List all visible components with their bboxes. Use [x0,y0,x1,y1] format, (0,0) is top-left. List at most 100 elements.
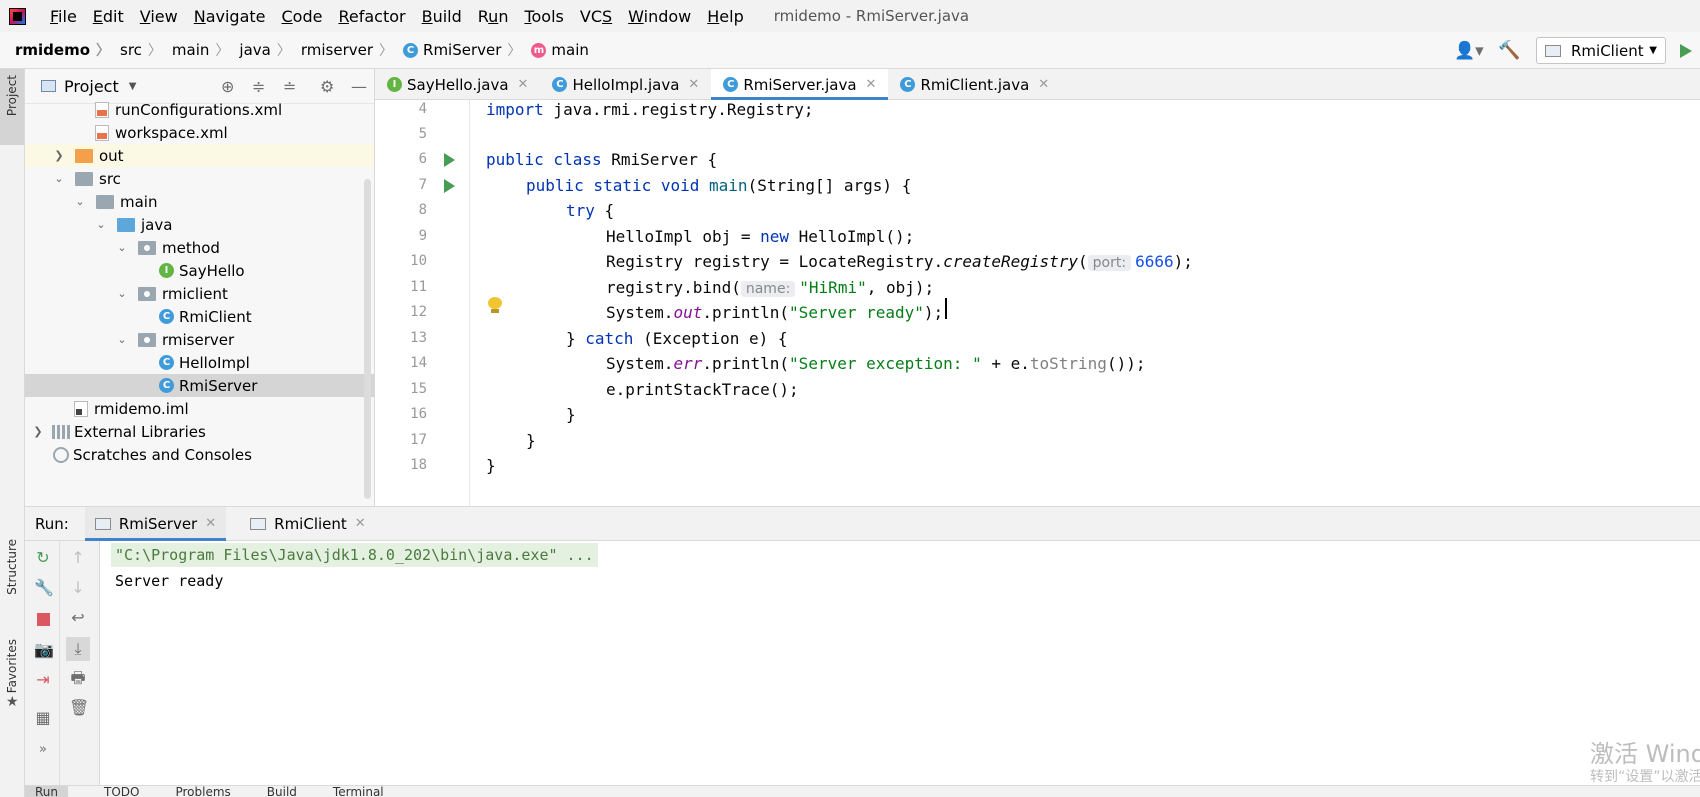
chevron-down-icon[interactable]: ⌄ [95,218,107,231]
more-icon[interactable]: » [34,741,52,759]
breadcrumb-class[interactable]: C RmiServer 〉 [397,40,525,60]
console-output[interactable]: "C:\Program Files\Java\jdk1.8.0_202\bin\… [100,541,1700,785]
application-icon [250,517,267,530]
run-configuration-select[interactable]: RmiClient ▼ [1536,37,1666,64]
hammer-icon[interactable]: 🔨 [1498,40,1520,61]
menu-window[interactable]: Window [620,7,699,26]
chevron-down-icon[interactable]: ⌄ [74,195,86,208]
tool-tab-todo[interactable]: TODO [104,786,139,797]
tree-item-external-libraries[interactable]: ❯ External Libraries [25,420,374,443]
run-gutter-icon[interactable] [444,179,455,193]
structure-tool-button[interactable]: Structure [5,539,19,595]
rerun-icon[interactable]: ↻ [34,549,52,567]
run-icon[interactable] [1680,43,1692,58]
code-editor[interactable]: import java.rmi.registry.Registry; publi… [471,100,1700,506]
tree-item-main[interactable]: ⌄ main [25,190,374,213]
user-icon[interactable]: 👤▾ [1454,41,1484,61]
chevron-down-icon[interactable]: ⌄ [116,333,128,346]
close-icon[interactable]: ✕ [205,516,216,531]
run-toolbar-secondary: ↑ ↓ ↩ ⤓ 🖶 🗑 [60,541,100,785]
tab-helloimpl[interactable]: C HelloImpl.java ✕ [540,69,711,100]
tree-item-helloimpl[interactable]: C HelloImpl [25,351,374,374]
menu-build[interactable]: Build [414,7,470,26]
tool-tab-build[interactable]: Build [267,786,297,797]
tool-tab-terminal[interactable]: Terminal [333,786,384,797]
tree-item-runconfigurations-xml[interactable]: runConfigurations.xml [25,98,374,121]
breadcrumb-method[interactable]: m main [525,41,592,59]
chevron-down-icon[interactable]: ⌄ [116,241,128,254]
camera-icon[interactable]: 📷 [34,641,54,659]
wrench-icon[interactable]: 🔧 [34,579,54,597]
tree-item-rmidemo-iml[interactable]: rmidemo.iml [25,397,374,420]
favorites-tool-button[interactable]: Favorites [5,639,19,693]
code-line: public class RmiServer { [486,150,718,169]
lightbulb-icon[interactable] [488,297,502,313]
trash-icon[interactable]: 🗑 [69,699,89,717]
expand-all-icon[interactable]: ≑ [252,77,265,96]
tree-item-method[interactable]: ⌄ method [25,236,374,259]
collapse-all-icon[interactable]: ≐ [283,77,296,96]
tree-item-rmiserver-package[interactable]: ⌄ rmiserver [25,328,374,351]
run-tab-rmiserver[interactable]: RmiServer ✕ [84,506,227,541]
menu-help[interactable]: Help [699,7,751,26]
tree-item-workspace-xml[interactable]: workspace.xml [25,121,374,144]
menu-run[interactable]: Run [470,7,517,26]
tree-item-rmiclient[interactable]: C RmiClient [25,305,374,328]
project-tool-button[interactable]: Project [0,69,24,145]
menu-vcs[interactable]: VCS [572,7,620,26]
close-icon[interactable]: ✕ [866,77,877,92]
gear-icon[interactable]: ⚙ [320,77,334,96]
arrow-up-icon[interactable]: ↑ [69,549,87,567]
scrollbar[interactable] [364,179,371,499]
tool-tab-problems[interactable]: Problems [175,786,230,797]
breadcrumb-project[interactable]: rmidemo 〉 [0,40,114,60]
close-icon[interactable]: ✕ [355,516,366,531]
chevron-right-icon[interactable]: ❯ [53,149,65,162]
menu-view[interactable]: View [132,7,186,26]
breadcrumb-java[interactable]: java 〉 [233,40,294,60]
project-view-select[interactable]: Project ▼ [41,77,136,96]
menu-refactor[interactable]: Refactor [330,7,413,26]
print-icon[interactable]: 🖶 [69,669,87,687]
intellij-logo-icon [9,7,26,25]
chevron-right-icon: 〉 [507,43,522,59]
chevron-down-icon[interactable]: ⌄ [53,172,65,185]
tree-item-java[interactable]: ⌄ java [25,213,374,236]
close-icon[interactable]: ✕ [688,77,699,92]
chevron-down-icon[interactable]: ⌄ [116,287,128,300]
close-icon[interactable]: ✕ [1038,77,1049,92]
menu-code[interactable]: Code [274,7,331,26]
breadcrumb-src[interactable]: src 〉 [114,40,166,60]
arrow-down-icon[interactable]: ↓ [69,579,87,597]
tab-rmiclient[interactable]: C RmiClient.java ✕ [888,69,1061,100]
minimize-icon[interactable]: — [351,77,367,96]
menu-file[interactable]: File [42,7,85,26]
tree-item-sayhello[interactable]: I SayHello [25,259,374,282]
tree-item-src[interactable]: ⌄ src [25,167,374,190]
tree-item-out[interactable]: ❯ out [25,144,374,167]
close-icon[interactable]: ✕ [518,77,529,92]
run-gutter-icon[interactable] [444,153,455,167]
breadcrumb-rmiserver[interactable]: rmiserver 〉 [295,40,397,60]
tab-rmiserver[interactable]: C RmiServer.java ✕ [711,69,889,100]
tree-item-scratches[interactable]: Scratches and Consoles [25,443,374,466]
scroll-to-end-icon[interactable]: ⤓ [66,637,90,661]
code-line: System.out.println("Server ready"); [606,303,944,322]
tool-tab-run[interactable]: Run [25,786,69,797]
run-toolbar-primary: ↻ 🔧 📷 ⇥ ▦ » [25,541,60,785]
locate-icon[interactable]: ⊕ [221,77,234,96]
breadcrumb-main[interactable]: main 〉 [166,40,233,60]
class-icon: C [159,309,174,324]
layout-icon[interactable]: ▦ [34,709,52,727]
soft-wrap-icon[interactable]: ↩ [69,609,87,627]
exit-icon[interactable]: ⇥ [34,671,52,689]
menu-edit[interactable]: Edit [85,7,132,26]
chevron-right-icon[interactable]: ❯ [32,425,44,438]
run-tab-rmiclient[interactable]: RmiClient ✕ [240,507,376,541]
tree-item-rmiclient-package[interactable]: ⌄ rmiclient [25,282,374,305]
stop-icon[interactable] [34,611,52,629]
tree-item-rmiserver[interactable]: C RmiServer [25,374,374,397]
menu-tools[interactable]: Tools [516,7,571,26]
line-number: 14 [410,355,427,371]
menu-navigate[interactable]: Navigate [186,7,274,26]
